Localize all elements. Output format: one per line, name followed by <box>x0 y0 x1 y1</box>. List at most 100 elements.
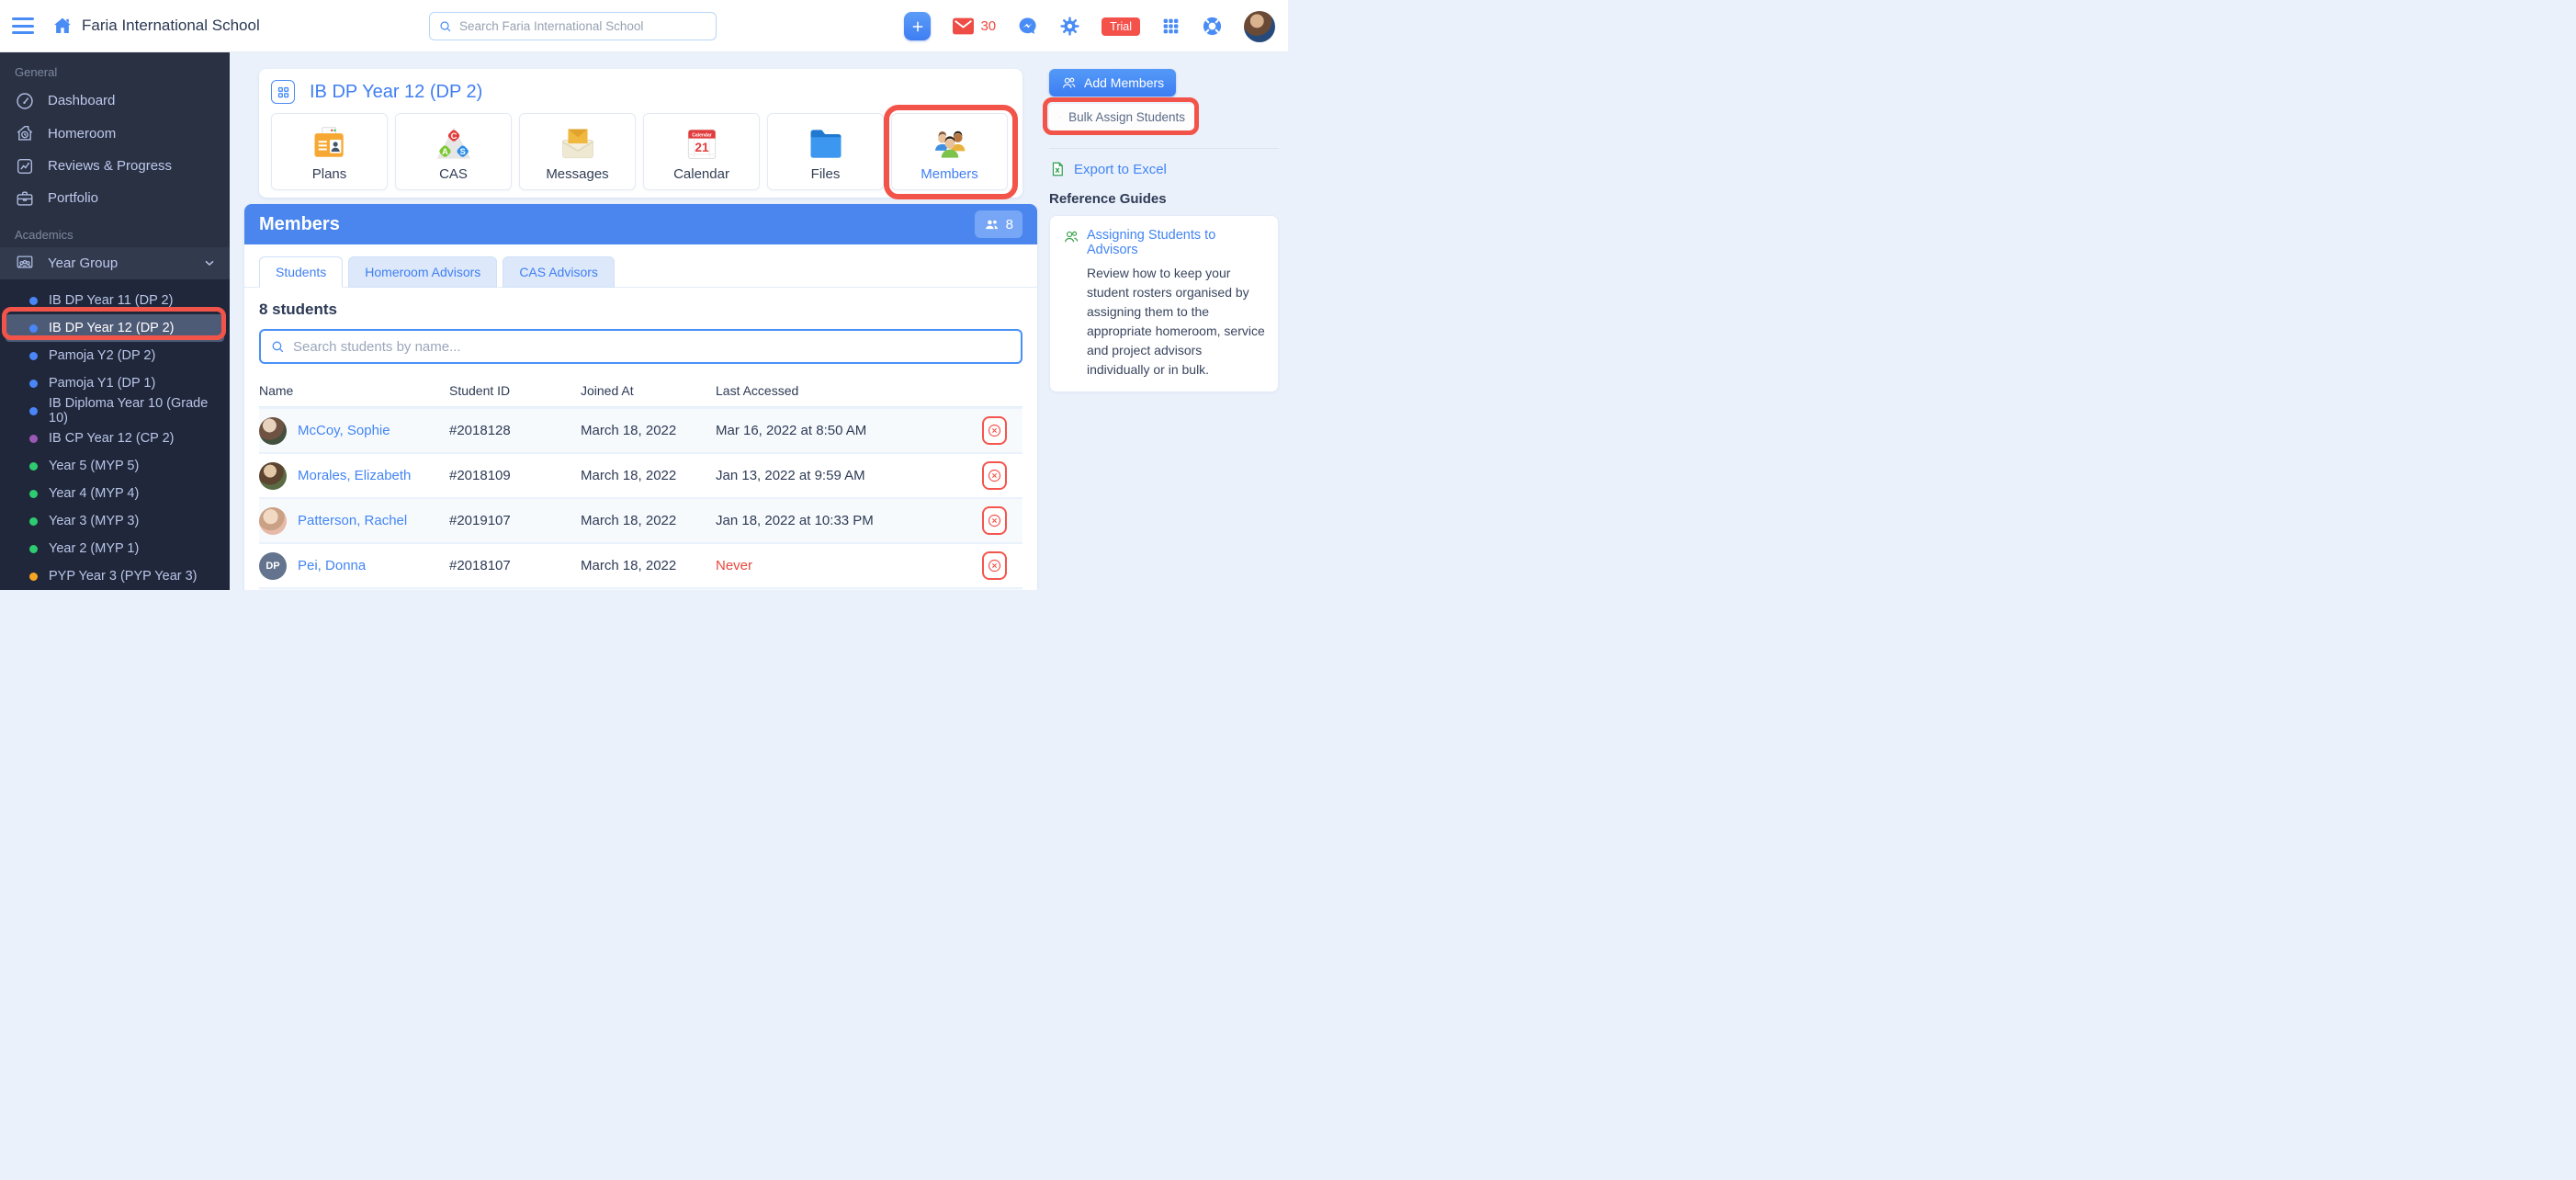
excel-file-icon <box>1049 161 1066 177</box>
student-id: #2018109 <box>449 468 581 483</box>
svg-text:C: C <box>450 131 457 141</box>
members-count-badge[interactable]: 8 <box>975 210 1022 238</box>
tab-homeroom-advisors[interactable]: Homeroom Advisors <box>348 256 497 288</box>
bullet-dot <box>29 407 38 415</box>
user-avatar[interactable] <box>1244 11 1275 42</box>
sidebar-item-year-2[interactable]: Year 2 (MYP 1) <box>0 535 230 562</box>
guide-link[interactable]: Assigning Students to Advisors <box>1063 228 1265 257</box>
bullet-dot <box>29 297 38 305</box>
tile-messages[interactable]: Messages <box>519 113 636 190</box>
tile-members[interactable]: Members <box>891 113 1008 190</box>
chat-icon[interactable] <box>1017 16 1038 37</box>
sidebar-item-ib-diploma-year-10[interactable]: IB Diploma Year 10 (Grade 10) <box>0 397 230 425</box>
members-tabs: Students Homeroom Advisors CAS Advisors <box>244 244 1037 288</box>
avatar <box>259 462 287 490</box>
members-people-icon <box>930 124 970 165</box>
table-row: McCoy, Sophie #2018128 March 18, 2022 Ma… <box>259 407 1022 452</box>
left-sidebar: General Dashboard Homeroom Reviews & Pro… <box>0 52 230 590</box>
plans-icon <box>310 124 350 165</box>
files-folder-icon <box>806 124 846 165</box>
table-row: Patterson, Rachel #2019107 March 18, 202… <box>259 497 1022 542</box>
student-name-link[interactable]: Morales, Elizabeth <box>298 468 411 483</box>
tile-calendar[interactable]: Calendar21 Calendar <box>643 113 760 190</box>
student-id: #2019107 <box>449 513 581 528</box>
tab-students[interactable]: Students <box>259 256 343 288</box>
sidebar-item-homeroom[interactable]: Homeroom <box>0 117 230 149</box>
apps-grid-icon[interactable] <box>1161 17 1181 36</box>
sidebar-item-reviews-progress[interactable]: Reviews & Progress <box>0 150 230 182</box>
sidebar-item-portfolio[interactable]: Portfolio <box>0 182 230 214</box>
student-name-link[interactable]: Pei, Donna <box>298 558 366 573</box>
sidebar-section-academics: Academics <box>0 215 230 247</box>
student-name-link[interactable]: Patterson, Rachel <box>298 513 407 528</box>
bullet-dot <box>29 352 38 360</box>
help-lifebuoy-icon[interactable] <box>1202 16 1223 37</box>
messages-inbox-button[interactable]: 30 <box>952 17 996 36</box>
sidebar-item-year-group[interactable]: Year Group <box>0 247 230 279</box>
last-accessed: Jan 13, 2022 at 9:59 AM <box>716 468 982 483</box>
gear-icon[interactable] <box>1059 16 1080 37</box>
year-group-submenu: IB DP Year 11 (DP 2) IB DP Year 12 (DP 2… <box>0 279 230 590</box>
sidebar-item-label: Year Group <box>48 255 118 271</box>
sidebar-item-pamoja-y2[interactable]: Pamoja Y2 (DP 2) <box>0 342 230 369</box>
trial-badge[interactable]: Trial <box>1102 17 1140 36</box>
members-panel-title: Members <box>259 214 340 235</box>
sidebar-item-year-4[interactable]: Year 4 (MYP 4) <box>0 480 230 507</box>
remove-member-button[interactable] <box>982 551 1007 580</box>
sidebar-item-year-5[interactable]: Year 5 (MYP 5) <box>0 452 230 480</box>
add-members-button[interactable]: Add Members <box>1049 69 1176 96</box>
tile-cas[interactable]: CAS CAS <box>395 113 512 190</box>
sidebar-item-ib-cp-year-12[interactable]: IB CP Year 12 (CP 2) <box>0 425 230 452</box>
bulk-assign-students-button[interactable]: Bulk Assign Students <box>1049 104 1196 130</box>
reference-guides-heading: Reference Guides <box>1049 191 1279 207</box>
table-row: DP Pei, Donna #2018107 March 18, 2022 Ne… <box>259 542 1022 587</box>
student-name-link[interactable]: McCoy, Sophie <box>298 423 390 438</box>
remove-member-button[interactable] <box>982 461 1007 490</box>
svg-text:A: A <box>442 147 448 156</box>
col-last-accessed: Last Accessed <box>716 383 982 398</box>
right-action-panel: Add Members Bulk Assign Students Export … <box>1037 52 1288 590</box>
bullet-dot <box>29 380 38 388</box>
joined-at: March 18, 2022 <box>581 468 716 483</box>
students-search-input[interactable] <box>293 339 1011 355</box>
bullet-dot <box>29 490 38 498</box>
sidebar-item-pyp-year-3[interactable]: PYP Year 3 (PYP Year 3) <box>0 562 230 590</box>
sidebar-item-dashboard[interactable]: Dashboard <box>0 85 230 117</box>
remove-member-button[interactable] <box>982 416 1007 445</box>
export-to-excel-link[interactable]: Export to Excel <box>1049 161 1279 177</box>
sidebar-item-pamoja-y1[interactable]: Pamoja Y1 (DP 1) <box>0 369 230 397</box>
svg-text:S: S <box>459 147 465 156</box>
bullet-dot <box>29 462 38 471</box>
quick-add-button[interactable] <box>904 12 931 40</box>
briefcase-icon <box>15 188 35 209</box>
hamburger-menu-icon[interactable] <box>12 17 34 34</box>
joined-at: March 18, 2022 <box>581 423 716 438</box>
bullet-dot <box>29 324 38 333</box>
divider <box>1049 148 1279 149</box>
remove-member-button[interactable] <box>982 506 1007 535</box>
student-id: #2018128 <box>449 423 581 438</box>
svg-text:21: 21 <box>695 141 709 154</box>
sidebar-item-ib-dp-year-11[interactable]: IB DP Year 11 (DP 2) <box>0 287 230 314</box>
sidebar-item-ib-dp-year-12[interactable]: IB DP Year 12 (DP 2) <box>6 314 224 342</box>
home-icon[interactable] <box>52 16 73 36</box>
search-icon <box>270 339 286 355</box>
avatar-initials: DP <box>259 552 287 580</box>
sidebar-item-year-3[interactable]: Year 3 (MYP 3) <box>0 507 230 535</box>
reference-guide-card: Assigning Students to Advisors Review ho… <box>1049 215 1279 392</box>
students-search <box>259 329 1022 364</box>
bullet-dot <box>29 573 38 581</box>
people-icon <box>984 217 1000 233</box>
grid-view-icon[interactable] <box>271 80 295 104</box>
unread-count: 30 <box>980 18 996 34</box>
tile-plans[interactable]: Plans <box>271 113 388 190</box>
page-title: IB DP Year 12 (DP 2) <box>310 82 482 103</box>
tile-files[interactable]: Files <box>767 113 884 190</box>
avatar <box>259 417 287 445</box>
global-search-input[interactable] <box>459 19 707 33</box>
student-id: #2018107 <box>449 558 581 573</box>
members-panel: Members 8 Students Homeroom Advisors CAS… <box>244 204 1037 590</box>
last-accessed: Jan 18, 2022 at 10:33 PM <box>716 513 982 528</box>
tab-cas-advisors[interactable]: CAS Advisors <box>503 256 615 288</box>
svg-text:Calendar: Calendar <box>692 132 712 138</box>
